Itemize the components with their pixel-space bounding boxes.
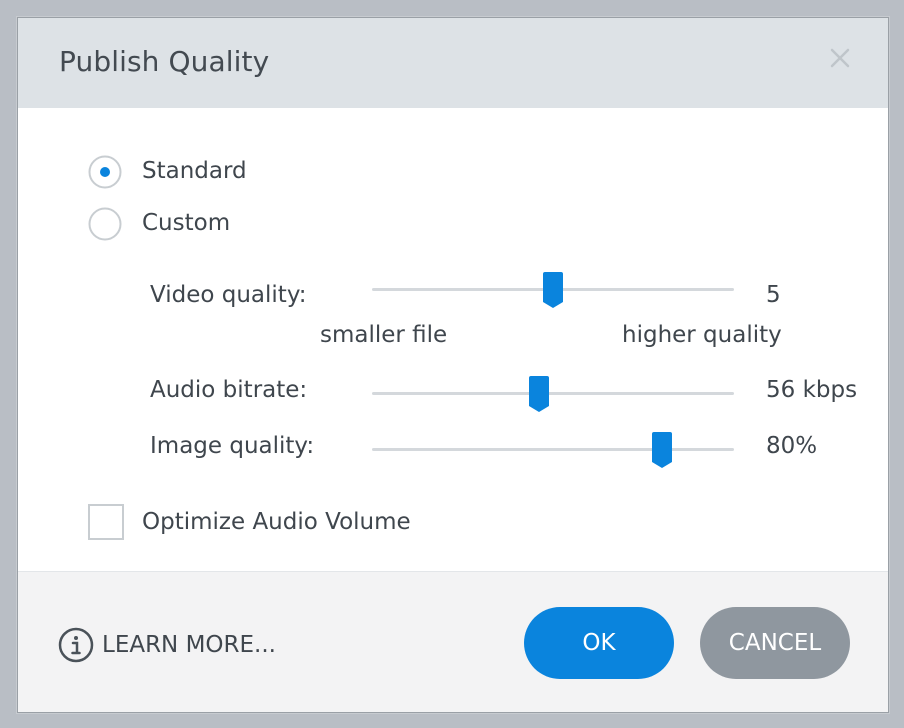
audio-bitrate-track (372, 392, 734, 395)
ok-button[interactable]: OK (524, 607, 674, 679)
ok-button-label: OK (582, 630, 616, 656)
radio-custom-label: Custom (142, 210, 231, 236)
video-quality-label: Video quality: (150, 282, 307, 308)
video-min-caption: smaller file (320, 322, 448, 348)
cancel-button-label: CANCEL (728, 630, 822, 656)
image-quality-track (372, 448, 734, 451)
audio-bitrate-thumb[interactable] (527, 374, 551, 414)
optimize-audio-label: Optimize Audio Volume (142, 509, 411, 535)
info-icon (58, 627, 94, 663)
video-max-caption: higher quality (622, 322, 782, 348)
image-quality-value: 80% (766, 433, 818, 459)
video-quality-value: 5 (766, 282, 781, 308)
audio-bitrate-slider[interactable] (372, 374, 734, 414)
image-quality-slider[interactable] (372, 430, 734, 470)
radio-standard-label: Standard (142, 158, 247, 184)
audio-bitrate-label: Audio bitrate: (150, 377, 308, 403)
radio-custom[interactable] (88, 207, 122, 241)
dialog-title: Publish Quality (59, 45, 270, 78)
close-icon[interactable] (826, 44, 854, 72)
audio-bitrate-value: 56 kbps (766, 377, 858, 403)
image-quality-label: Image quality: (150, 433, 315, 459)
dialog-footer: LEARN MORE... OK CANCEL (18, 571, 888, 712)
cancel-button[interactable]: CANCEL (700, 607, 850, 679)
learn-more-link[interactable]: LEARN MORE... (58, 625, 276, 665)
publish-quality-dialog: Publish Quality Standard Custom Video qu… (17, 17, 889, 713)
dialog-header: Publish Quality (18, 18, 888, 108)
image-quality-thumb[interactable] (650, 430, 674, 470)
radio-standard[interactable] (88, 155, 122, 189)
video-quality-slider[interactable] (372, 270, 734, 310)
optimize-audio-checkbox[interactable] (88, 504, 124, 540)
learn-more-label: LEARN MORE... (102, 632, 276, 658)
video-quality-thumb[interactable] (541, 270, 565, 310)
